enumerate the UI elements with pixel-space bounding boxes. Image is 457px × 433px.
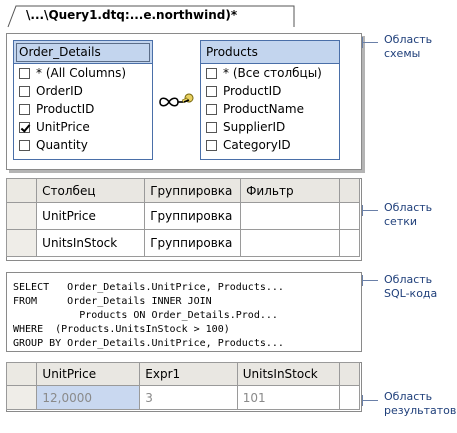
grid-cell-grouping[interactable]: Группировка xyxy=(144,229,242,257)
row-selector-header[interactable] xyxy=(5,362,38,386)
column-header[interactable]: UnitPrice xyxy=(36,362,141,386)
callout-line-diagram xyxy=(362,42,378,43)
column-label: * (Все столбцы) xyxy=(223,66,322,80)
column-header-extra[interactable] xyxy=(339,178,360,203)
grid-cell-extra[interactable] xyxy=(339,202,360,230)
column-row[interactable]: Quantity xyxy=(14,136,152,154)
column-header[interactable]: UnitsInStock xyxy=(236,362,341,386)
grid-cell-grouping[interactable]: Группировка xyxy=(144,202,242,230)
criteria-grid[interactable]: Столбец Группировка Фильтр UnitPrice Гру… xyxy=(5,178,360,257)
row-selector-header[interactable] xyxy=(5,178,38,203)
column-row[interactable]: ProductName xyxy=(201,100,339,118)
column-label: CategoryID xyxy=(223,138,291,152)
callout-tick-grid xyxy=(362,205,363,216)
callout-tick-diagram xyxy=(362,37,363,48)
callout-text: Область xyxy=(384,201,433,214)
result-cell-unitsinstock[interactable]: 101 xyxy=(236,385,341,410)
column-label: UnitPrice xyxy=(36,120,90,134)
callout-diagram: Область схемы xyxy=(384,33,432,61)
diagram-pane[interactable]: Order_Details * (All Columns) OrderID Pr… xyxy=(6,33,362,170)
callout-text: SQL-кода xyxy=(384,287,438,300)
callout-tick-sql xyxy=(362,275,363,286)
column-row[interactable]: CategoryID xyxy=(201,136,339,154)
callout-tick-results xyxy=(362,395,363,406)
table-box-products[interactable]: Products * (Все столбцы) ProductID Produ… xyxy=(200,40,340,160)
result-cell-unitprice[interactable]: 12,0000 xyxy=(36,385,141,410)
grid-cell-filter[interactable] xyxy=(240,202,341,230)
grid-cell-filter[interactable] xyxy=(240,229,341,257)
grid-cell-column[interactable]: UnitsInStock xyxy=(36,229,146,257)
callout-sql: Область SQL-кода xyxy=(384,273,437,301)
callout-text: результатов xyxy=(384,404,457,417)
column-checkbox[interactable] xyxy=(206,121,217,133)
column-header[interactable]: Группировка xyxy=(144,178,242,203)
column-checkbox[interactable] xyxy=(206,85,217,97)
column-header[interactable]: Столбец xyxy=(36,178,146,203)
column-checkbox[interactable] xyxy=(206,67,217,79)
table-box-order-details[interactable]: Order_Details * (All Columns) OrderID Pr… xyxy=(13,40,153,160)
column-row[interactable]: OrderID xyxy=(14,82,152,100)
column-header-extra[interactable] xyxy=(339,362,360,386)
table-title-order-details[interactable]: Order_Details xyxy=(14,41,152,64)
result-cell-extra[interactable] xyxy=(339,385,360,410)
document-tab[interactable]: \...\Query1.dtq:...e.northwind)* xyxy=(6,4,296,28)
column-checkbox[interactable] xyxy=(19,85,30,97)
column-row[interactable]: * (Все столбцы) xyxy=(201,64,339,82)
callout-line-results xyxy=(362,400,378,401)
row-selector[interactable] xyxy=(5,385,38,410)
grid-cell-extra[interactable] xyxy=(339,229,360,257)
results-grid[interactable]: UnitPrice Expr1 UnitsInStock 12,0000 3 1… xyxy=(5,362,360,410)
column-checkbox[interactable] xyxy=(206,139,217,151)
row-selector[interactable] xyxy=(5,229,38,257)
column-row[interactable]: UnitPrice xyxy=(14,118,152,136)
column-label: ProductName xyxy=(223,102,304,116)
callout-grid: Область сетки xyxy=(384,201,432,229)
column-label: OrderID xyxy=(36,84,83,98)
column-checkbox[interactable] xyxy=(19,139,30,151)
callout-line-grid xyxy=(362,210,378,211)
grid-cell-column[interactable]: UnitPrice xyxy=(36,202,146,230)
column-label: * (All Columns) xyxy=(36,66,127,80)
callout-text: Область xyxy=(384,390,433,403)
column-checkbox-checked[interactable] xyxy=(19,121,30,133)
results-grid-pane[interactable]: UnitPrice Expr1 UnitsInStock 12,0000 3 1… xyxy=(5,362,362,412)
column-checkbox[interactable] xyxy=(19,67,30,79)
column-header[interactable]: Фильтр xyxy=(240,178,341,203)
table-title-products[interactable]: Products xyxy=(201,41,339,64)
callout-text: Область xyxy=(384,273,433,286)
column-checkbox[interactable] xyxy=(206,103,217,115)
sql-text[interactable]: SELECT Order_Details.UnitPrice, Products… xyxy=(13,281,284,351)
callout-text: сетки xyxy=(384,215,418,228)
column-row[interactable]: ProductID xyxy=(201,82,339,100)
column-header[interactable]: Expr1 xyxy=(139,362,238,386)
column-row[interactable]: ProductID xyxy=(14,100,152,118)
callout-text: Область xyxy=(384,33,433,46)
column-label: Quantity xyxy=(36,138,88,152)
row-selector[interactable] xyxy=(5,202,38,230)
column-checkbox[interactable] xyxy=(19,103,30,115)
callout-line-sql xyxy=(362,280,378,281)
column-label: ProductID xyxy=(223,84,282,98)
key-infinity-join-icon[interactable] xyxy=(156,88,198,114)
callout-text: схемы xyxy=(384,47,421,60)
column-row[interactable]: * (All Columns) xyxy=(14,64,152,82)
criteria-grid-pane[interactable]: Столбец Группировка Фильтр UnitPrice Гру… xyxy=(5,178,362,261)
document-tab-title: \...\Query1.dtq:...e.northwind)* xyxy=(26,8,238,22)
column-label: ProductID xyxy=(36,102,95,116)
sql-pane[interactable]: SELECT Order_Details.UnitPrice, Products… xyxy=(6,272,362,352)
callout-results: Область результатов xyxy=(384,390,456,418)
result-cell-expr1[interactable]: 3 xyxy=(139,385,238,410)
column-label: SupplierID xyxy=(223,120,286,134)
column-row[interactable]: SupplierID xyxy=(201,118,339,136)
